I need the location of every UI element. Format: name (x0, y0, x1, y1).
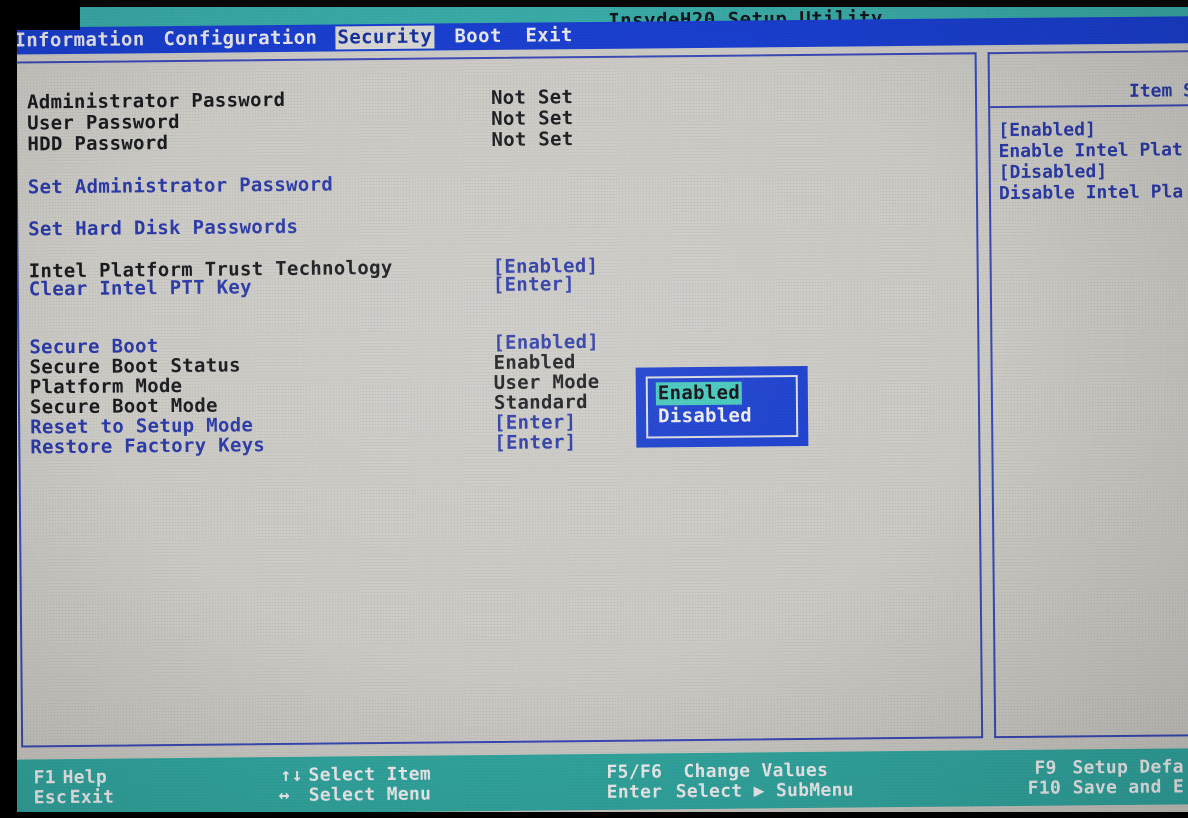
help-line: [Enabled] (998, 119, 1096, 142)
row-label: Restore Factory Keys (30, 434, 266, 459)
bezel-left (0, 0, 17, 818)
crt-surface: InsydeH20 Setup Utility Information Conf… (0, 0, 1188, 818)
help-line: Disable Intel Pla (998, 181, 1184, 205)
row-value: Not Set (490, 86, 574, 109)
popup-option-enabled[interactable]: Enabled (655, 381, 743, 406)
status-bar: F1 Help Esc Exit ↑↓ Select Item ↔ Select… (0, 748, 1188, 816)
arrows-updown-icon: ↑↓ (280, 764, 303, 787)
bios-screen: InsydeH20 Setup Utility Information Conf… (0, 0, 1188, 818)
row-set-hard-disk-passwords[interactable]: Set Hard Disk Passwords (18, 210, 976, 241)
row-value[interactable]: [Enter] (494, 431, 576, 454)
tab-information[interactable]: Information (12, 28, 146, 52)
tab-configuration[interactable]: Configuration (161, 27, 319, 52)
tab-security[interactable]: Security (335, 25, 435, 50)
help-panel-body: [Enabled] Enable Intel Plat [Disabled] D… (998, 118, 1188, 204)
shortcut-select-submenu[interactable]: Select ▶ SubMenu (676, 780, 854, 803)
shortcut-select-menu[interactable]: Select Menu (309, 784, 432, 806)
popup-option-disabled[interactable]: Disabled (656, 404, 754, 428)
shortcut-f9-key: F9 (1034, 757, 1057, 779)
shortcut-setup-defaults[interactable]: Setup Defa (1072, 756, 1184, 778)
popup-inner-frame: Enabled Disabled (645, 375, 799, 439)
row-label: HDD Password (27, 132, 169, 156)
popup-option-row[interactable]: Enabled (655, 381, 796, 406)
row-label: Clear Intel PTT Key (28, 276, 252, 301)
tab-exit[interactable]: Exit (523, 24, 575, 47)
shortcut-select-item[interactable]: Select Item (308, 764, 431, 786)
help-panel-header: Item S (989, 52, 1188, 109)
row-set-administrator-password[interactable]: Set Administrator Password (18, 168, 976, 198)
bezel-bottom (0, 812, 1188, 818)
help-line: Enable Intel Plat (998, 139, 1183, 163)
shortcut-f1-label[interactable]: Help (62, 767, 107, 788)
shortcut-esc-label[interactable]: Exit (70, 787, 115, 808)
bezel-top-left-corner (0, 0, 80, 30)
help-line: [Disabled] (998, 161, 1108, 184)
row-label: Set Hard Disk Passwords (28, 215, 299, 241)
tab-boot[interactable]: Boot (452, 25, 504, 48)
shortcut-enter-key: Enter (606, 781, 663, 803)
row-label: Set Administrator Password (27, 173, 334, 199)
shortcut-change-values[interactable]: Change Values (683, 760, 828, 782)
shortcut-esc-key: Esc (33, 787, 68, 809)
settings-rows: Administrator Password Not Set User Pass… (17, 54, 982, 745)
row-label: User Password (27, 110, 180, 135)
popup-option-row[interactable]: Disabled (656, 404, 796, 428)
help-panel-title: Item S (1128, 80, 1188, 102)
item-specific-help-panel: Item S [Enabled] Enable Intel Plat [Disa… (987, 50, 1188, 739)
settings-panel: Administrator Password Not Set User Pass… (14, 52, 984, 748)
value-select-popup[interactable]: Enabled Disabled (635, 365, 809, 448)
row-value[interactable]: [Enter] (493, 273, 575, 296)
row-label: Administrator Password (26, 88, 286, 114)
bezel-top (0, 0, 1188, 7)
shortcut-f5f6-key: F5/F6 (606, 761, 663, 783)
arrows-leftright-icon: ↔ (278, 784, 290, 807)
row-value: Not Set (491, 128, 574, 151)
shortcut-f1-key: F1 (33, 767, 56, 789)
row-value: Not Set (491, 107, 574, 130)
shortcut-f10-key: F10 (1027, 777, 1062, 799)
shortcut-save-and-exit[interactable]: Save and E (1073, 776, 1185, 798)
